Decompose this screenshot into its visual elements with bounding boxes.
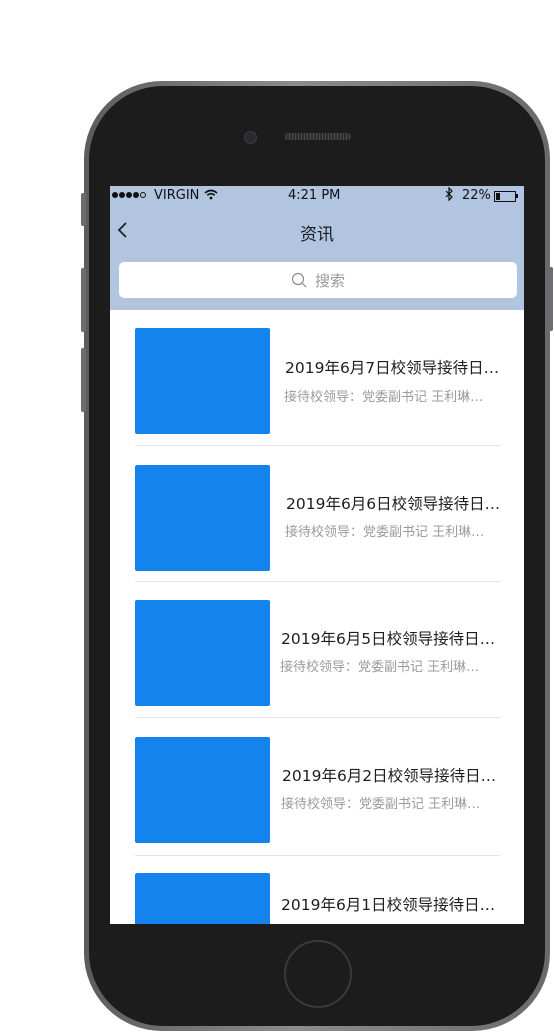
- navigation-header: VIRGIN 4:21 PM 22% 资讯 搜索: [110, 186, 524, 310]
- news-thumbnail: [135, 873, 270, 924]
- earpiece-speaker: [284, 133, 351, 140]
- news-title: 2019年6月5日校领导接待日…: [281, 630, 496, 648]
- volume-down-button: [81, 348, 86, 412]
- search-placeholder: 搜索: [314, 271, 345, 290]
- front-camera: [244, 131, 257, 144]
- news-item[interactable]: 2019年6月2日校领导接待日… 接待校领导：党委副书记 王利琳…: [135, 718, 500, 856]
- news-title: 2019年6月7日校领导接待日…: [285, 359, 500, 377]
- news-subtitle: 接待校领导：党委副书记 王利琳…: [285, 525, 485, 540]
- news-title: 2019年6月1日校领导接待日…: [281, 896, 496, 914]
- signal-strength-icon: [112, 192, 146, 198]
- search-icon: [291, 272, 307, 288]
- news-subtitle: 接待校领导：党委副书记 王利琳…: [281, 797, 481, 812]
- news-item[interactable]: 2019年6月6日校领导接待日… 接待校领导：党委副书记 王利琳…: [135, 446, 500, 582]
- battery-icon: [494, 191, 516, 202]
- search-bar[interactable]: 搜索: [119, 262, 517, 298]
- news-thumbnail: [135, 600, 270, 706]
- news-item[interactable]: 2019年6月5日校领导接待日… 接待校领导：党委副书记 王利琳…: [135, 582, 500, 718]
- news-item[interactable]: 2019年6月1日校领导接待日…: [135, 856, 500, 924]
- home-button[interactable]: [284, 940, 352, 1008]
- news-subtitle: 接待校领导：党委副书记 王利琳…: [284, 390, 484, 405]
- news-item[interactable]: 2019年6月7日校领导接待日… 接待校领导：党委副书记 王利琳…: [135, 310, 500, 446]
- news-thumbnail: [135, 465, 270, 571]
- status-time: 4:21 PM: [288, 188, 341, 203]
- page-title: 资讯: [300, 225, 334, 245]
- power-button: [548, 267, 553, 331]
- battery-level: [496, 193, 500, 200]
- battery-percentage: 22%: [462, 188, 491, 203]
- status-bar: VIRGIN 4:21 PM 22%: [110, 186, 524, 206]
- news-title: 2019年6月6日校领导接待日…: [286, 495, 501, 513]
- news-title: 2019年6月2日校领导接待日…: [282, 767, 497, 785]
- news-thumbnail: [135, 737, 270, 843]
- news-thumbnail: [135, 328, 270, 434]
- battery-tip: [516, 194, 518, 198]
- bluetooth-icon: [445, 186, 454, 205]
- news-subtitle: 接待校领导：党委副书记 王利琳…: [280, 660, 480, 675]
- app-screen: VIRGIN 4:21 PM 22% 资讯 搜索 2019年6月7日校领导接待日…: [110, 186, 524, 924]
- wifi-icon: [204, 189, 218, 203]
- volume-up-button: [81, 268, 86, 332]
- carrier-name: VIRGIN: [154, 188, 200, 203]
- mute-switch: [81, 193, 86, 226]
